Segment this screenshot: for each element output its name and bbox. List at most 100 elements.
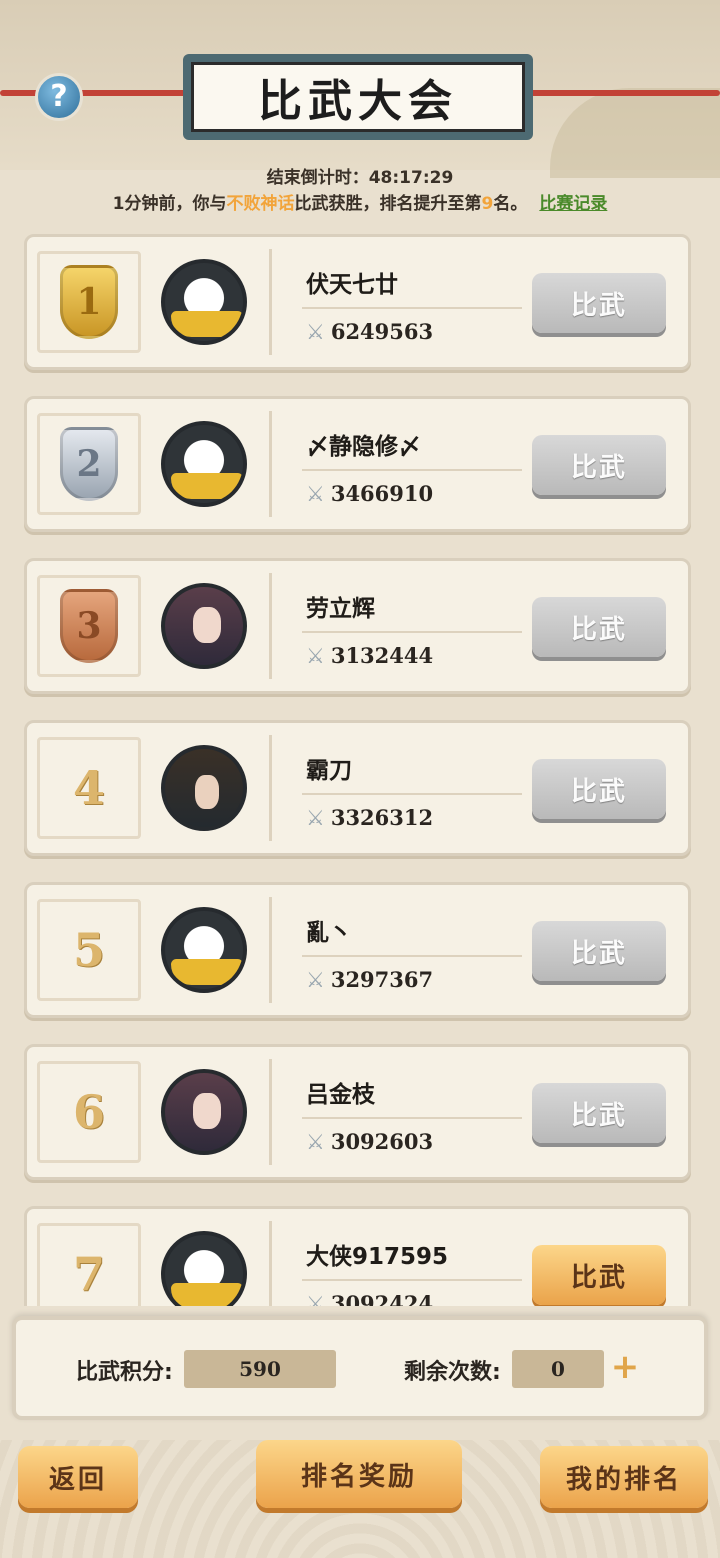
combat-power: ⚔ 3326312 <box>306 805 433 830</box>
avatar <box>161 583 247 669</box>
page-title: 比武大会 <box>191 62 525 132</box>
ranking-row: 5 亂丶 ⚔ 3297367 比武 <box>24 882 691 1018</box>
player-name: 吕金枝 <box>306 1082 375 1108</box>
divider <box>302 1279 522 1281</box>
sword-icon: ⚔ <box>306 806 325 830</box>
sword-icon: ⚔ <box>306 1292 325 1306</box>
notice-text-1: 1分钟前，你与 <box>112 194 227 214</box>
duel-button[interactable]: 比武 <box>532 1083 666 1143</box>
rank-badge: 4 <box>37 737 141 839</box>
duel-button[interactable]: 比武 <box>532 759 666 819</box>
player-info: 劳立辉 ⚔ 3132444 比武 <box>269 573 686 679</box>
power-value: 3297367 <box>330 967 434 992</box>
countdown-value: 48:17:29 <box>368 168 454 188</box>
avatar <box>161 1069 247 1155</box>
bronze-medal-icon: 3 <box>60 589 118 663</box>
rank-number: 6 <box>72 1085 105 1139</box>
help-icon[interactable]: ? <box>35 73 83 121</box>
avatar <box>161 259 247 345</box>
power-value: 3326312 <box>330 805 434 830</box>
combat-power: ⚔ 3132444 <box>306 643 433 668</box>
combat-power: ⚔ 6249563 <box>306 319 433 344</box>
rank-number: 4 <box>72 761 105 815</box>
player-name: 霸刀 <box>306 758 352 784</box>
notice-rank: 9 <box>481 194 494 214</box>
duel-button[interactable]: 比武 <box>532 273 666 333</box>
avatar <box>161 745 247 831</box>
player-info: 霸刀 ⚔ 3326312 比武 <box>269 735 686 841</box>
sword-icon: ⚔ <box>306 482 325 506</box>
match-record-link[interactable]: 比赛记录 <box>539 194 607 214</box>
player-name: 劳立辉 <box>306 596 375 622</box>
player-info: 〆静隐修〆 ⚔ 3466910 比武 <box>269 411 686 517</box>
ranking-row: 7 大侠917595 ⚔ 3092424 比武 <box>24 1206 691 1306</box>
sword-icon: ⚔ <box>306 1130 325 1154</box>
player-info: 伏天七廿 ⚔ 6249563 比武 <box>269 249 686 355</box>
add-attempts-icon[interactable]: + <box>610 1350 640 1384</box>
notice-text-2: 比武获胜，排名提升至第 <box>294 194 482 214</box>
remaining-value: 0 <box>512 1350 604 1388</box>
rope-left-decoration <box>0 90 190 96</box>
sword-icon: ⚔ <box>306 644 325 668</box>
duel-button[interactable]: 比武 <box>532 1245 666 1305</box>
rank-badge: 6 <box>37 1061 141 1163</box>
ranking-list[interactable]: 1 伏天七廿 ⚔ 6249563 比武 2 〆静隐修〆 ⚔ 3466910 比武 3… <box>24 234 691 1306</box>
power-value: 6249563 <box>330 319 434 344</box>
notice-text-3: 名。 <box>493 194 528 214</box>
combat-power: ⚔ 3466910 <box>306 481 433 506</box>
sword-icon: ⚔ <box>306 968 325 992</box>
notice-opponent: 不败神话 <box>226 194 295 214</box>
remaining-label: 剩余次数: <box>404 1360 501 1385</box>
player-info: 大侠917595 ⚔ 3092424 比武 <box>269 1221 686 1306</box>
rank-badge: 3 <box>37 575 141 677</box>
player-info: 亂丶 ⚔ 3297367 比武 <box>269 897 686 1003</box>
rope-right-decoration <box>526 90 720 96</box>
avatar <box>161 421 247 507</box>
divider <box>302 793 522 795</box>
ranking-row: 3 劳立辉 ⚔ 3132444 比武 <box>24 558 691 694</box>
my-ranking-button[interactable]: 我的排名 <box>540 1446 708 1508</box>
avatar <box>161 907 247 993</box>
player-name: 大侠917595 <box>306 1244 449 1270</box>
divider <box>302 1117 522 1119</box>
rank-number: 7 <box>72 1247 105 1301</box>
ranking-row: 4 霸刀 ⚔ 3326312 比武 <box>24 720 691 856</box>
player-name: 〆静隐修〆 <box>306 434 421 460</box>
divider <box>302 631 522 633</box>
player-name: 亂丶 <box>306 920 352 946</box>
battle-notice: 1分钟前，你与不败神话比武获胜，排名提升至第9名。 比赛记录 <box>0 189 720 214</box>
silver-medal-icon: 2 <box>60 427 118 501</box>
sword-icon: ⚔ <box>306 320 325 344</box>
combat-power: ⚔ 3092603 <box>306 1129 433 1154</box>
ranking-row: 6 吕金枝 ⚔ 3092603 比武 <box>24 1044 691 1180</box>
combat-power: ⚔ 3297367 <box>306 967 433 992</box>
ranking-rewards-button[interactable]: 排名奖励 <box>256 1440 462 1508</box>
power-value: 3466910 <box>330 481 434 506</box>
countdown: 结束倒计时：48:17:29 <box>0 163 720 188</box>
duel-button[interactable]: 比武 <box>532 597 666 657</box>
power-value: 3132444 <box>330 643 434 668</box>
ranking-row: 2 〆静隐修〆 ⚔ 3466910 比武 <box>24 396 691 532</box>
rank-badge: 5 <box>37 899 141 1001</box>
rank-badge: 7 <box>37 1223 141 1306</box>
title-plate: 比武大会 <box>183 54 533 140</box>
divider <box>302 307 522 309</box>
points-label: 比武积分: <box>76 1360 173 1385</box>
combat-power: ⚔ 3092424 <box>306 1291 433 1306</box>
rank-number: 5 <box>72 923 105 977</box>
gold-medal-icon: 1 <box>60 265 118 339</box>
divider <box>302 469 522 471</box>
duel-button[interactable]: 比武 <box>532 921 666 981</box>
rank-badge: 2 <box>37 413 141 515</box>
back-button[interactable]: 返回 <box>18 1446 138 1508</box>
ranking-row: 1 伏天七廿 ⚔ 6249563 比武 <box>24 234 691 370</box>
score-panel: 比武积分: 590 剩余次数: 0 + <box>12 1316 708 1420</box>
player-name: 伏天七廿 <box>306 272 398 298</box>
duel-button[interactable]: 比武 <box>532 435 666 495</box>
rank-badge: 1 <box>37 251 141 353</box>
power-value: 3092424 <box>330 1291 434 1306</box>
points-value: 590 <box>184 1350 336 1388</box>
power-value: 3092603 <box>330 1129 434 1154</box>
player-info: 吕金枝 ⚔ 3092603 比武 <box>269 1059 686 1165</box>
countdown-label: 结束倒计时： <box>266 168 369 188</box>
